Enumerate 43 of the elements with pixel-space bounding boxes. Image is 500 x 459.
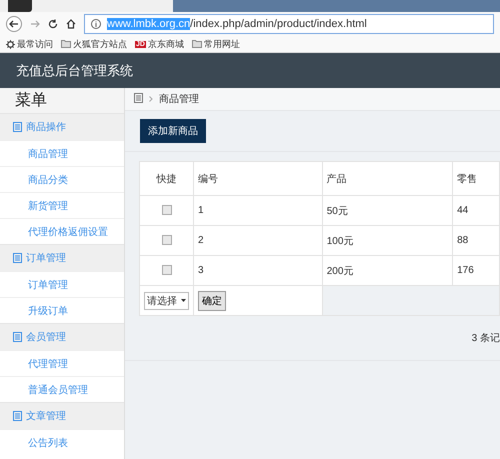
checkbox[interactable] bbox=[162, 265, 172, 276]
info-icon bbox=[91, 19, 101, 29]
reload-icon[interactable] bbox=[48, 19, 58, 29]
table-cell: 1 bbox=[194, 196, 322, 226]
document-icon bbox=[13, 411, 22, 421]
address-bar[interactable]: www.lmbk.org.cn/index.php/admin/product/index.html bbox=[84, 14, 494, 34]
select-dropdown[interactable]: 请选择 bbox=[144, 292, 189, 310]
menu-title: 菜单 bbox=[0, 88, 124, 113]
column-header: 编号 bbox=[194, 162, 322, 196]
app-title: 充值总后台管理系统 bbox=[16, 62, 133, 80]
bookmark-item[interactable]: 常用网址 bbox=[192, 38, 240, 50]
document-icon bbox=[13, 332, 22, 342]
menu-group[interactable]: 商品操作 bbox=[0, 113, 124, 140]
table-cell: 100元 bbox=[322, 226, 453, 256]
column-header: 产品 bbox=[322, 162, 453, 196]
gear-icon bbox=[6, 40, 15, 48]
table-cell: 50元 bbox=[322, 196, 453, 226]
table-cell: 88 bbox=[452, 226, 500, 256]
table-cell: 2 bbox=[194, 226, 322, 256]
menu-group[interactable]: 会员管理 bbox=[0, 323, 124, 350]
breadcrumb[interactable]: 商品管理 bbox=[159, 92, 199, 106]
checkbox[interactable] bbox=[162, 205, 172, 216]
home-icon[interactable] bbox=[66, 19, 76, 29]
menu-group[interactable]: 订单管理 bbox=[0, 244, 124, 271]
column-header: 零售 bbox=[452, 162, 500, 196]
folder-icon bbox=[192, 40, 202, 48]
record-count: 3 条记 bbox=[472, 332, 500, 345]
caret-icon bbox=[181, 299, 186, 302]
document-icon bbox=[134, 92, 143, 102]
document-icon bbox=[13, 253, 22, 263]
document-icon bbox=[13, 122, 22, 132]
bookmark-item[interactable]: 火狐官方站点 bbox=[61, 38, 127, 50]
browser-tab[interactable] bbox=[0, 0, 173, 12]
chevron-icon bbox=[149, 96, 153, 102]
column-header: 快捷 bbox=[140, 162, 194, 196]
checkbox[interactable] bbox=[162, 235, 172, 246]
table-cell: 44 bbox=[452, 196, 500, 226]
back-icon[interactable] bbox=[6, 16, 22, 32]
add-product-button[interactable]: 添加新商品 bbox=[140, 119, 206, 143]
menu-group[interactable]: 文章管理 bbox=[0, 402, 124, 429]
bookmark-item[interactable]: 最常访问 bbox=[6, 38, 53, 50]
folder-icon bbox=[61, 40, 71, 48]
confirm-button[interactable]: 确定 bbox=[198, 290, 226, 310]
